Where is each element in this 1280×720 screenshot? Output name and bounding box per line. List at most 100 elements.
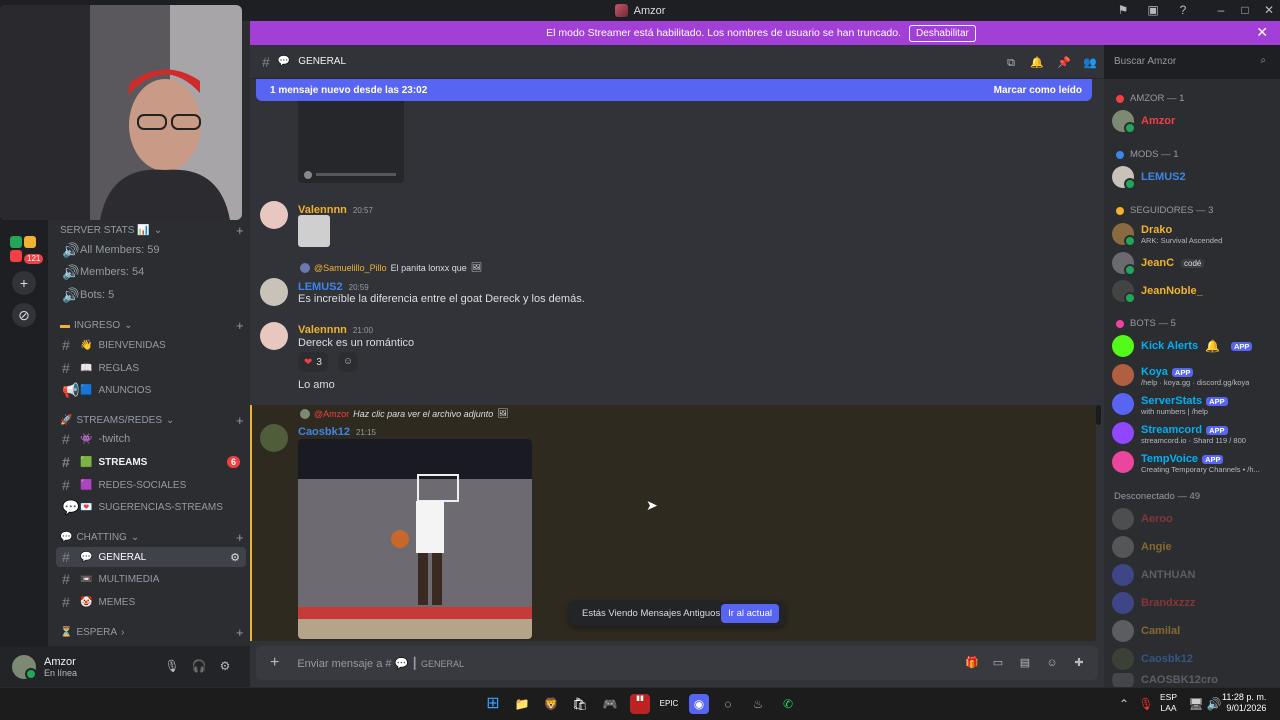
add-channel-icon[interactable]: + bbox=[236, 318, 244, 333]
reply-preview[interactable]: @Amzor Haz clic para ver el archivo adjun… bbox=[300, 408, 509, 419]
voice-channel[interactable]: 🔊 Members: 54 bbox=[56, 262, 246, 282]
channel-redes-sociales[interactable]: # 🟪 REDES-SOCIALES bbox=[56, 475, 246, 495]
channel-sugerencias-streams[interactable]: 💬 💌 SUGERENCIAS-STREAMS bbox=[56, 497, 246, 517]
settings-icon[interactable]: ⚙ bbox=[230, 551, 240, 564]
member-item[interactable]: CAOSBK12cro bbox=[1112, 673, 1274, 687]
mark-read-button[interactable]: Marcar como leído bbox=[994, 85, 1082, 96]
gif-icon[interactable]: ▭ bbox=[991, 656, 1005, 670]
add-channel-icon[interactable]: + bbox=[236, 223, 244, 238]
windows-start-icon[interactable]: ⊞ bbox=[483, 694, 503, 714]
member-item[interactable]: Amzor bbox=[1112, 107, 1274, 135]
member-item[interactable]: Streamcord APP streamcord.io · Shard 119 /… bbox=[1112, 419, 1274, 447]
add-attachment-icon[interactable]: + bbox=[270, 654, 279, 672]
category-espera[interactable]: ⏳ ESPERA › + bbox=[60, 625, 244, 640]
threads-icon[interactable]: ⧉ bbox=[1004, 56, 1018, 70]
minimize-button[interactable]: – bbox=[1212, 2, 1230, 19]
author-name[interactable]: Valennnn bbox=[298, 324, 347, 336]
jump-present-button[interactable]: Ir al actual bbox=[721, 604, 779, 623]
maximize-button[interactable]: □ bbox=[1236, 2, 1254, 19]
epic-games-icon[interactable]: EPIC bbox=[659, 694, 679, 714]
channel-multimedia[interactable]: # 📼 MULTIMEDIA bbox=[56, 569, 246, 589]
apps-icon[interactable]: ✚ bbox=[1072, 656, 1086, 670]
app-icon[interactable]: ◌ bbox=[718, 694, 738, 714]
sticker-icon[interactable]: ▤ bbox=[1018, 656, 1032, 670]
help-icon[interactable]: ? bbox=[1174, 2, 1192, 19]
pin-icon[interactable]: 📌 bbox=[1057, 56, 1071, 70]
headphones-icon[interactable]: 🎧 bbox=[191, 658, 207, 674]
member-item[interactable]: JeanNoble_ bbox=[1112, 277, 1274, 305]
add-reaction-icon[interactable]: ☺ bbox=[338, 352, 358, 372]
add-channel-icon[interactable]: + bbox=[236, 530, 244, 545]
member-item[interactable]: LEMUS2 bbox=[1112, 163, 1274, 191]
reaction-heart[interactable]: ❤ 3 bbox=[298, 352, 328, 372]
member-item[interactable]: ServerStats APP with numbers | /help bbox=[1112, 390, 1274, 418]
search-input[interactable]: Buscar Amzor ⌕ bbox=[1108, 52, 1272, 73]
whatsapp-icon[interactable]: ✆ bbox=[778, 694, 798, 714]
steam-icon[interactable]: ♨ bbox=[748, 694, 768, 714]
member-item[interactable]: ANTHUAN bbox=[1112, 561, 1274, 589]
system-clock[interactable]: 11:28 p. m. 9/01/2026 bbox=[1222, 692, 1266, 714]
new-messages-bar[interactable]: 1 mensaje nuevo desde las 23:02 Marcar c… bbox=[256, 79, 1092, 101]
member-item[interactable]: Camilal bbox=[1112, 617, 1274, 645]
explore-icon[interactable]: ⊘ bbox=[12, 303, 36, 327]
gif-attachment[interactable] bbox=[298, 439, 532, 639]
add-server-icon[interactable]: + bbox=[12, 271, 36, 295]
avatar[interactable] bbox=[260, 278, 288, 306]
member-item[interactable]: JeanC codé bbox=[1112, 249, 1274, 277]
inbox-icon[interactable]: ▣ bbox=[1144, 2, 1162, 19]
close-banner-icon[interactable]: ✕ bbox=[1256, 24, 1268, 41]
author-name[interactable]: Caosbk12 bbox=[298, 426, 350, 438]
avatar[interactable] bbox=[260, 322, 288, 350]
volume-icon[interactable]: 🔊 bbox=[1204, 694, 1224, 714]
disable-streamer-button[interactable]: Deshabilitar bbox=[909, 24, 976, 42]
member-item[interactable]: TempVoice APP Creating Temporary Channels … bbox=[1112, 448, 1274, 476]
server-folder[interactable]: 121 bbox=[8, 236, 44, 268]
bell-icon[interactable]: 🔔 bbox=[1030, 56, 1044, 70]
discord-taskbar-icon[interactable]: ◉ bbox=[689, 694, 709, 714]
channel-reglas[interactable]: # 📖 REGLAS bbox=[56, 358, 246, 378]
close-window-button[interactable]: ✕ bbox=[1260, 2, 1278, 19]
flag-icon[interactable]: ⚑ bbox=[1114, 2, 1132, 19]
member-item[interactable]: Drako ARK: Survival Ascended bbox=[1112, 220, 1274, 248]
channel-twitch[interactable]: # 👾 -twitch bbox=[56, 429, 246, 449]
avatar[interactable] bbox=[260, 201, 288, 229]
tray-chevron-icon[interactable]: ⌃ bbox=[1114, 694, 1134, 714]
emoji-icon[interactable]: ☺ bbox=[1045, 656, 1059, 670]
voice-channel[interactable]: 🔊 Bots: 5 bbox=[56, 285, 246, 305]
user-settings-icon[interactable]: ⚙ bbox=[217, 658, 233, 674]
author-name[interactable]: LEMUS2 bbox=[298, 281, 343, 293]
gift-icon[interactable]: 🎁 bbox=[965, 656, 979, 670]
voice-channel[interactable]: 🔊 All Members: 59 bbox=[56, 240, 246, 260]
embedded-video[interactable] bbox=[298, 101, 404, 183]
sticker-image[interactable] bbox=[298, 215, 330, 247]
network-icon[interactable]: 🖥 bbox=[1186, 694, 1206, 714]
category-server-stats[interactable]: SERVER STATS 📊 ⌄ + bbox=[60, 223, 244, 238]
category-streams-redes[interactable]: 🚀 STREAMS/REDES ⌄ + bbox=[60, 413, 244, 428]
add-channel-icon[interactable]: + bbox=[236, 413, 244, 428]
members-icon[interactable]: 👥 bbox=[1083, 56, 1097, 70]
channel-anuncios[interactable]: 📢 🟦 ANUNCIOS bbox=[56, 380, 246, 400]
gamepad-icon[interactable]: 🎮 bbox=[600, 694, 620, 714]
member-item[interactable]: Aeroo bbox=[1112, 505, 1274, 533]
brave-icon[interactable]: 🦁 bbox=[541, 694, 561, 714]
member-item[interactable]: Koya APP/help · koya.gg · discord.gg/koya bbox=[1112, 361, 1274, 389]
streamer-app-icon[interactable]: ▮▮ bbox=[630, 694, 650, 714]
member-item[interactable]: Kick Alerts 🔔 APP bbox=[1112, 332, 1274, 360]
mic-tray-icon[interactable]: 🎙 bbox=[1136, 694, 1156, 714]
member-item[interactable]: Angie bbox=[1112, 533, 1274, 561]
member-item[interactable]: Brandxzzz bbox=[1112, 589, 1274, 617]
channel-memes[interactable]: # 🤡 MEMES bbox=[56, 592, 246, 612]
store-icon[interactable]: 🛍 bbox=[570, 694, 590, 714]
channel-bienvenidas[interactable]: # 👋 BIENVENIDAS bbox=[56, 335, 246, 355]
category-chatting[interactable]: 💬 CHATTING ⌄ + bbox=[60, 530, 244, 545]
member-item[interactable]: Caosbk12 bbox=[1112, 645, 1274, 673]
file-explorer-icon[interactable]: 📁 bbox=[512, 694, 532, 714]
reply-preview[interactable]: @Samuelillo_Pillo El panita lonxx que 🖼 bbox=[300, 262, 482, 273]
add-channel-icon[interactable]: + bbox=[236, 625, 244, 640]
channel-general[interactable]: # 💬 GENERAL ⚙ bbox=[56, 547, 246, 567]
channel-streams[interactable]: # 🟩 STREAMS 6 bbox=[56, 452, 246, 472]
language-indicator[interactable]: ESP LAA bbox=[1160, 692, 1177, 714]
category-ingreso[interactable]: ▬ INGRESO ⌄ + bbox=[60, 318, 244, 333]
microphone-icon[interactable]: 🎙 bbox=[164, 658, 180, 674]
avatar[interactable] bbox=[12, 654, 37, 680]
